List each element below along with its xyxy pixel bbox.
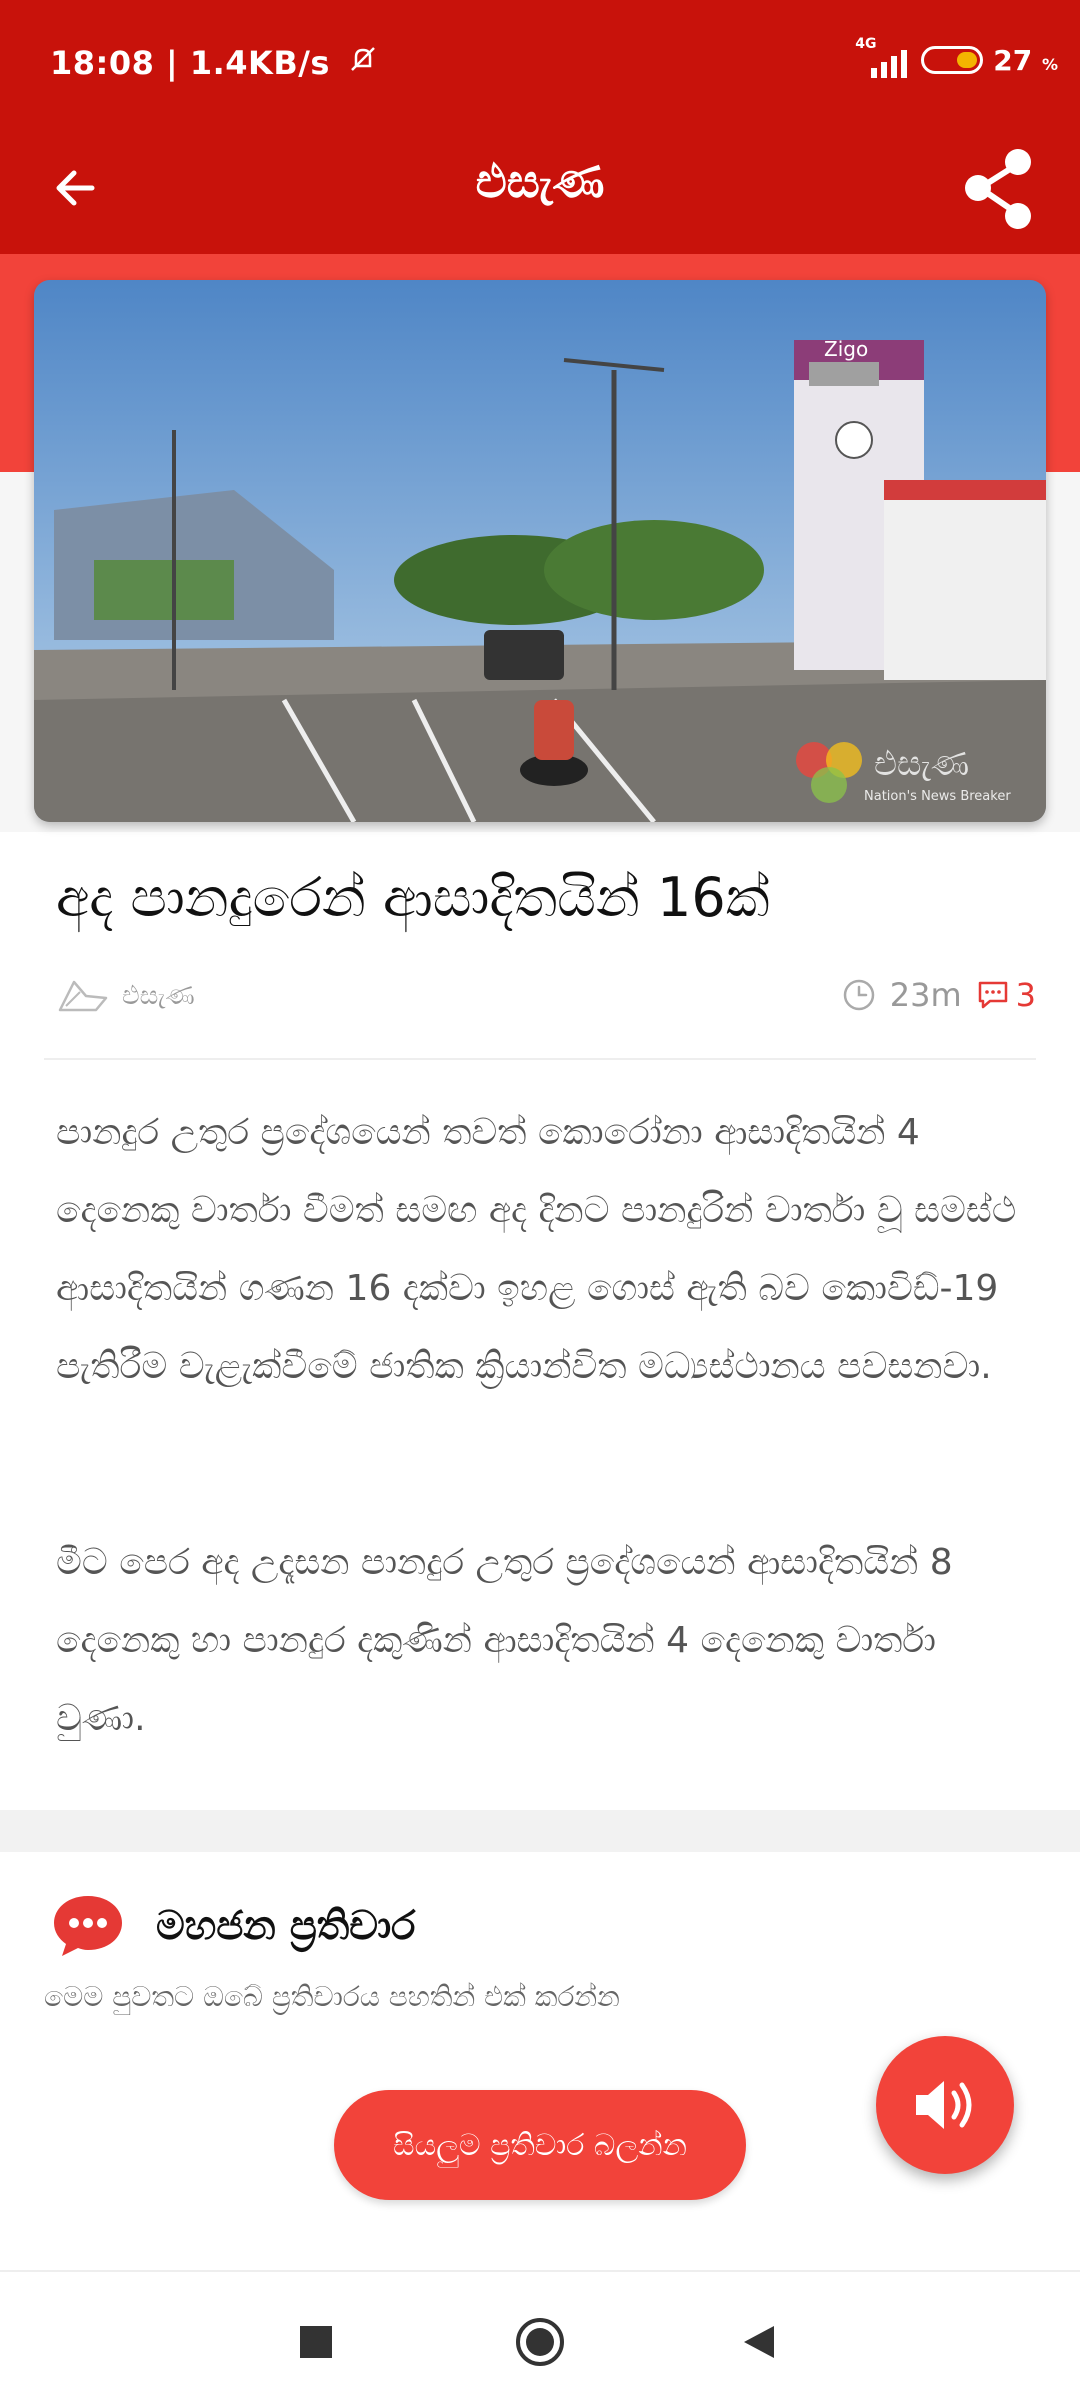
recents-button[interactable] xyxy=(286,2312,346,2372)
article-title: අද පානදුරෙන් ආසාදිතයින් 16ක් xyxy=(56,866,770,929)
speaker-icon xyxy=(916,2081,972,2129)
app-bar: එසැණ xyxy=(0,128,1080,254)
home-circle-icon xyxy=(516,2318,564,2366)
app-title: එසැණ xyxy=(475,154,605,208)
battery-icon xyxy=(921,46,984,74)
article-paragraph: පානදුර උතුර ප්‍රදේශයෙන් තවත් කොරෝනා ආසාද… xyxy=(56,1112,1017,1387)
mute-icon xyxy=(348,44,378,82)
comments-subtitle: මෙම පුවතට ඔබේ ප්‍රතිචාරය පහතින් එක් කරන්… xyxy=(44,1980,620,2013)
article-stats: 23m 3 xyxy=(842,976,1036,1014)
status-time: 18:08 xyxy=(50,44,155,82)
hero-watermark: එසැණ xyxy=(874,744,969,784)
article-meta: එසැණ 23m 3 xyxy=(56,972,1036,1022)
status-bar: 18:08 | 1.4KB/s 4G 27 % xyxy=(0,0,1080,128)
comment-count: 3 xyxy=(1015,976,1036,1014)
section-separator xyxy=(0,1810,1080,1852)
battery-level: 27 xyxy=(993,43,1033,77)
divider xyxy=(44,1058,1036,1060)
square-icon xyxy=(300,2326,332,2358)
triangle-back-icon xyxy=(744,2326,774,2358)
article-paragraph: මීට පෙර අද උදෑසන පානදුර උතුර ප්‍රදේශයෙන්… xyxy=(56,1542,953,1739)
time-ago: 23m xyxy=(889,976,962,1014)
share-button[interactable] xyxy=(956,138,1044,238)
view-all-comments-button[interactable]: සියලුම ප්‍රතිචාර බලන්න xyxy=(334,2090,746,2200)
clock-icon xyxy=(843,979,874,1011)
status-speed: 1.4KB/s xyxy=(189,44,330,82)
author: එසැණ xyxy=(56,976,195,1016)
author-name: එසැණ xyxy=(122,980,195,1011)
comment-icon xyxy=(978,981,1007,1009)
share-icon xyxy=(965,149,1031,229)
system-nav-bar xyxy=(0,2270,1080,2402)
signal-icon: 4G xyxy=(855,36,911,78)
comment-count-button[interactable]: 3 xyxy=(976,976,1036,1014)
back-nav-button[interactable] xyxy=(730,2312,790,2372)
status-right: 4G 27 % xyxy=(855,36,1058,78)
hero-sign-text: Zigo xyxy=(824,337,868,361)
audio-button[interactable] xyxy=(876,2036,1014,2174)
hero-watermark-sub: Nation's News Breaker xyxy=(864,789,1011,804)
home-button[interactable] xyxy=(510,2312,570,2372)
status-left: 18:08 | 1.4KB/s xyxy=(50,44,378,82)
comments-title: මහජන ප්‍රතිචාර xyxy=(156,1903,416,1949)
comments-header: මහජන ප්‍රතිචාර xyxy=(50,1892,415,1960)
hero-image[interactable]: Zigo එසැණ Nation's News Breaker xyxy=(34,280,1046,822)
chat-bubble-icon xyxy=(54,1896,122,1956)
writer-icon xyxy=(58,980,108,1012)
